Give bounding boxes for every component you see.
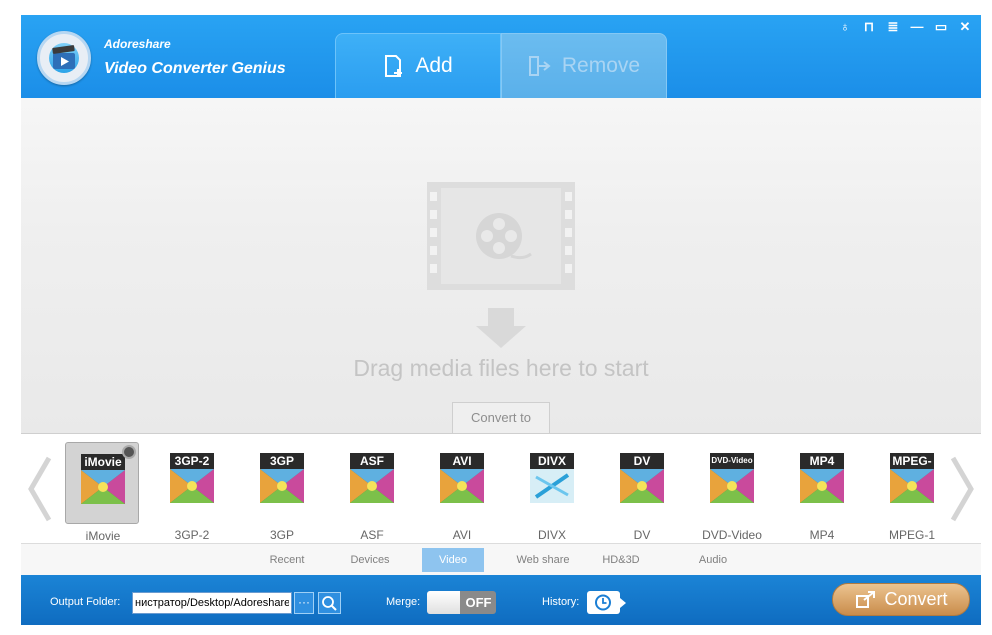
header: Adoreshare Video Converter Genius Add Re… [21, 15, 981, 98]
down-arrow-icon [476, 308, 526, 348]
user-icon[interactable]: ♁ [837, 19, 853, 35]
format-label: MPEG-1 [888, 528, 935, 542]
format-thumbnail-icon [530, 469, 574, 503]
format-badge: AVI [440, 453, 484, 469]
format-badge: iMovie [81, 454, 125, 470]
format-badge: MPEG-1 [890, 453, 934, 484]
format-item[interactable]: DVD-Video DVD-Video [695, 442, 769, 542]
format-label: 3GP [269, 528, 294, 542]
format-thumbnail-icon [81, 470, 125, 504]
product-name: Video Converter Genius [104, 60, 286, 77]
browse-folder-button[interactable]: ··· [294, 592, 314, 614]
output-folder-label: Output Folder: [50, 596, 121, 608]
open-folder-button[interactable] [318, 592, 341, 614]
format-label: MP4 [809, 528, 835, 542]
format-item[interactable]: AVI AVI [425, 442, 499, 542]
window-controls: ♁ ⊓ ≣ — ▭ ✕ [837, 19, 973, 35]
format-badge: DVD-Video [710, 453, 754, 469]
format-badge: 3GP-2 [170, 453, 214, 469]
format-thumbnail-icon [350, 469, 394, 503]
format-item[interactable]: 3GP 3GP [245, 442, 319, 542]
add-label: Add [415, 54, 453, 77]
format-thumbnail-icon [710, 469, 754, 503]
format-thumbnail-icon [260, 469, 304, 503]
format-label: ASF [360, 528, 384, 542]
format-label: DV [633, 528, 651, 542]
convert-button[interactable]: Convert [832, 583, 970, 616]
close-icon[interactable]: ✕ [957, 19, 973, 35]
convert-to-tab[interactable]: Convert to [452, 402, 550, 433]
format-item[interactable]: MPEG-1 MPEG-1 [875, 442, 949, 542]
merge-toggle[interactable]: OFF [427, 591, 496, 614]
format-badge: ASF [350, 453, 394, 469]
prev-arrow-icon[interactable] [25, 454, 55, 524]
format-item[interactable]: MP4 MP4 [785, 442, 859, 542]
format-thumbnail-icon [170, 469, 214, 503]
clock-icon [595, 594, 611, 611]
merge-label: Merge: [386, 596, 421, 608]
gear-icon[interactable] [122, 445, 136, 459]
cart-icon[interactable]: ⊓ [861, 19, 877, 35]
format-label: 3GP-2 [174, 528, 210, 542]
format-thumbnail-icon [620, 469, 664, 503]
app-window: Adoreshare Video Converter Genius Add Re… [21, 15, 981, 625]
remove-button[interactable]: Remove [501, 33, 667, 98]
next-arrow-icon[interactable] [947, 454, 977, 524]
category-tab[interactable]: Recent [258, 548, 316, 572]
app-logo [37, 31, 91, 85]
brand-name: Adoreshare [104, 37, 171, 51]
output-folder-field[interactable] [132, 592, 292, 614]
format-thumbnail-icon [440, 469, 484, 503]
category-tab[interactable]: Devices [337, 548, 403, 572]
format-label: AVI [452, 528, 472, 542]
format-item[interactable]: DV DV [605, 442, 679, 542]
register-icon[interactable]: ≣ [885, 19, 901, 35]
category-tab[interactable]: HD&3D [594, 548, 648, 572]
format-badge: 3GP [260, 453, 304, 469]
merge-state: OFF [465, 595, 492, 610]
category-tab[interactable]: Video [422, 548, 484, 572]
search-icon [322, 596, 337, 611]
history-label: History: [542, 596, 580, 608]
add-button[interactable]: Add [335, 33, 501, 98]
category-tab[interactable]: Audio [683, 548, 743, 572]
format-badge: DV [620, 453, 664, 469]
category-tab[interactable]: Web share [503, 548, 583, 572]
remove-file-icon [528, 55, 552, 77]
format-badge: MP4 [800, 453, 844, 469]
bottom-bar: Output Folder: ··· Merge: OFF History: [21, 575, 981, 625]
format-item[interactable]: iMovie iMovie [65, 442, 139, 543]
remove-label: Remove [561, 54, 641, 77]
convert-icon [856, 590, 876, 608]
format-item[interactable]: 3GP-2 3GP-2 [155, 442, 229, 542]
film-placeholder-icon [427, 182, 575, 290]
add-file-icon [383, 54, 405, 78]
format-label: iMovie [85, 529, 121, 543]
format-item[interactable]: ASF ASF [335, 442, 409, 542]
category-bar: Recent Devices Video Web share HD&3D Audio [21, 543, 981, 575]
format-badge: DIVX [530, 453, 574, 469]
format-item[interactable]: DIVX DIVX [515, 442, 589, 542]
format-thumbnail-icon [890, 469, 934, 503]
toggle-knob [427, 591, 460, 614]
format-label: DIVX [537, 528, 566, 542]
format-thumbnail-icon [800, 469, 844, 503]
minimize-icon[interactable]: — [909, 19, 925, 35]
format-strip: iMovie iMovie 3GP-2 3GP-2 3GP 3GP ASF ASF AVI AVI… [21, 433, 981, 543]
maximize-icon[interactable]: ▭ [933, 19, 949, 35]
drop-area[interactable]: Drag media files here to start Convert t… [21, 98, 981, 433]
drop-hint: Drag media files here to start [353, 355, 649, 381]
convert-label: Convert [884, 589, 948, 609]
history-button[interactable] [587, 591, 626, 614]
format-label: DVD-Video [702, 528, 762, 542]
